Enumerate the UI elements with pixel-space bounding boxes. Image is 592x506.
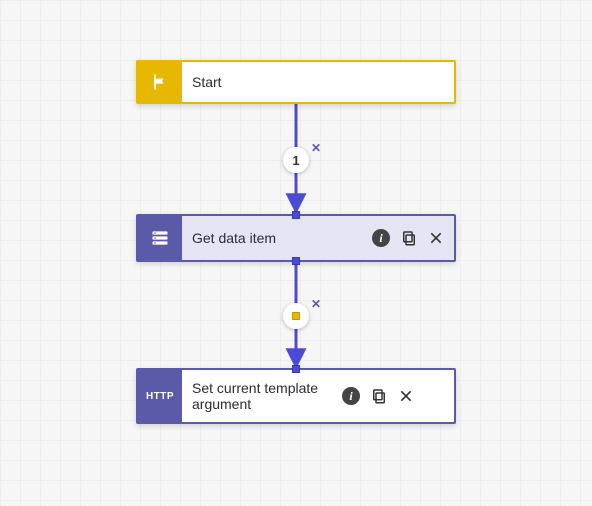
http-icon: HTTP: [138, 370, 182, 422]
node-get-data-item[interactable]: Get data item i: [136, 214, 456, 262]
workflow-canvas[interactable]: 1 ✕ ✕ Start Get data i: [0, 0, 592, 506]
connector-step-badge[interactable]: 1: [283, 147, 309, 173]
connector-2-delete-icon[interactable]: ✕: [311, 297, 321, 311]
http-icon-text: HTTP: [146, 391, 174, 402]
node-port-out[interactable]: [292, 257, 300, 265]
connector-waypoint[interactable]: [292, 312, 300, 320]
info-icon[interactable]: i: [342, 387, 360, 405]
connector-1-delete-icon[interactable]: ✕: [311, 141, 321, 155]
node-start[interactable]: Start: [136, 60, 456, 104]
node-set-arg-label: Set current template argument: [192, 380, 332, 412]
flag-icon: [138, 62, 182, 102]
node-start-label: Start: [192, 74, 222, 90]
node-port-in[interactable]: [292, 365, 300, 373]
connector-step-number: 1: [292, 153, 299, 168]
close-icon[interactable]: [428, 230, 444, 246]
info-icon[interactable]: i: [372, 229, 390, 247]
database-icon: [138, 216, 182, 260]
node-port-in[interactable]: [292, 211, 300, 219]
copy-icon[interactable]: [370, 387, 388, 405]
node-get-data-label: Get data item: [192, 230, 276, 246]
node-set-template-argument[interactable]: HTTP Set current template argument i: [136, 368, 456, 424]
copy-icon[interactable]: [400, 229, 418, 247]
close-icon[interactable]: [398, 388, 414, 404]
